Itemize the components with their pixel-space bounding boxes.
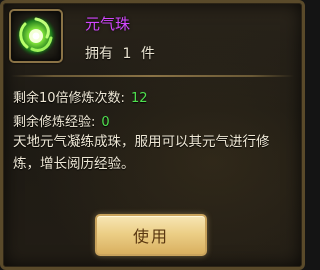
remaining-10x-value: 12 [130, 91, 148, 106]
owned-count: 1 [122, 46, 132, 62]
remaining-exp-stat: 剩余修炼经验: 0 [13, 111, 110, 130]
remaining-10x-stat: 剩余10倍修炼次数: 12 [13, 87, 147, 106]
owned-count-row: 拥有 1 件 [85, 43, 160, 63]
remaining-10x-label: 剩余10倍修炼次数: [13, 91, 125, 106]
remaining-exp-value: 0 [101, 115, 110, 130]
item-name: 元气珠 [85, 15, 131, 33]
item-tooltip-panel: 元气珠 拥有 1 件 剩余10倍修炼次数: 12 剩余修炼经验: 0 天地元气凝练成… [0, 0, 305, 270]
remaining-exp-label: 剩余修炼经验: [13, 115, 96, 130]
owned-unit: 件 [140, 46, 155, 62]
item-icon-frame [9, 9, 63, 63]
owned-label: 拥有 [85, 46, 113, 62]
use-button[interactable]: 使用 [95, 214, 207, 256]
item-description: 天地元气凝练成珠，服用可以其元气进行修炼，增长阅历经验。 [13, 134, 270, 172]
green-qi-orb-icon [15, 15, 57, 57]
divider [11, 75, 294, 77]
